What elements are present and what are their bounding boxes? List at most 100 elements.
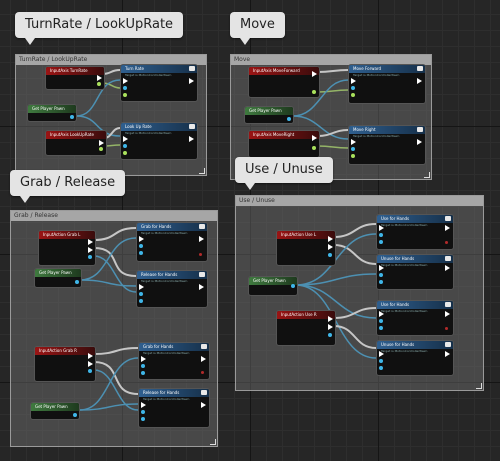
return-pin[interactable]	[201, 371, 204, 374]
target-pin[interactable]	[351, 86, 355, 90]
hand-pin[interactable]	[379, 326, 383, 330]
key-pin[interactable]	[88, 255, 92, 259]
call-node-unuse-for-hands[interactable]: Unuse for Hands Target is MotionControll…	[376, 340, 454, 376]
call-node-unuse-for-hands[interactable]: Unuse for Hands Target is MotionControll…	[376, 254, 454, 290]
get-player-pawn-node[interactable]: Get Player Pawn	[248, 276, 298, 296]
hand-pin[interactable]	[139, 251, 143, 255]
exec-out-pin[interactable]	[189, 78, 194, 84]
exec-in-pin[interactable]	[379, 311, 384, 317]
object-out-pin[interactable]	[291, 284, 295, 288]
comment-bubble-grab[interactable]: Grab / Release	[10, 170, 126, 203]
call-node-turn-rate[interactable]: Turn Rate Target is MotionControllerPawn	[120, 64, 198, 102]
target-pin[interactable]	[379, 273, 383, 277]
call-node-look-up-rate[interactable]: Look Up Rate Target is MotionControllerP…	[120, 122, 198, 160]
exec-in-pin[interactable]	[139, 284, 144, 290]
float-out-pin[interactable]	[99, 147, 103, 151]
exec-out-pin[interactable]	[97, 75, 102, 81]
event-node-moveright[interactable]: InputAxis MoveRight	[248, 130, 320, 158]
event-node-use-left[interactable]: InputAction Use L	[276, 230, 336, 266]
key-pin[interactable]	[328, 333, 332, 337]
exec-out-pin[interactable]	[201, 356, 206, 362]
event-node-turnrate[interactable]: InputAxis TurnRate	[45, 66, 105, 90]
key-pin[interactable]	[88, 369, 92, 373]
event-node-use-right[interactable]: InputAction Use R	[276, 310, 336, 346]
event-node-moveforward[interactable]: InputAxis MoveForward	[248, 66, 320, 98]
call-node-move-right[interactable]: Move Right Target is MotionControllerPaw…	[348, 125, 426, 165]
exec-in-pin[interactable]	[123, 78, 128, 84]
event-node-grab-right[interactable]: InputAction Grab R	[34, 346, 96, 382]
get-player-pawn-node[interactable]: Get Player Pawn	[30, 402, 80, 420]
released-pin[interactable]	[328, 324, 333, 330]
call-node-grab-for-hands[interactable]: Grab for Hands Target is MotionControlle…	[138, 342, 210, 380]
comment-bubble-move[interactable]: Move	[230, 12, 285, 45]
get-player-pawn-node[interactable]: Get Player Pawn	[34, 268, 82, 288]
exec-out-pin[interactable]	[99, 140, 104, 146]
exec-in-pin[interactable]	[351, 139, 356, 145]
get-player-pawn-node[interactable]: Get Player Pawn	[244, 106, 294, 124]
exec-in-pin[interactable]	[141, 402, 146, 408]
return-pin[interactable]	[199, 253, 202, 256]
exec-out-pin[interactable]	[312, 135, 317, 141]
key-pin[interactable]	[328, 253, 332, 257]
call-node-grab-for-hands[interactable]: Grab for Hands Target is MotionControlle…	[136, 222, 208, 262]
exec-in-pin[interactable]	[139, 236, 144, 242]
target-pin[interactable]	[379, 233, 383, 237]
blueprint-graph-canvas[interactable]: TurnRate / LookUpRate Move Grab / Releas…	[0, 0, 500, 461]
exec-out-pin[interactable]	[445, 311, 450, 317]
float-out-pin[interactable]	[97, 82, 101, 86]
exec-in-pin[interactable]	[351, 78, 356, 84]
hand-pin[interactable]	[141, 417, 145, 421]
exec-in-pin[interactable]	[379, 225, 384, 231]
call-node-release-for-hands[interactable]: Release for Hands Target is MotionContro…	[136, 270, 208, 308]
exec-out-pin[interactable]	[199, 236, 204, 242]
call-node-use-for-hands[interactable]: Use for Hands Target is MotionController…	[376, 214, 454, 250]
released-pin[interactable]	[88, 247, 93, 253]
call-node-use-for-hands[interactable]: Use for Hands Target is MotionController…	[376, 300, 454, 336]
comment-bubble-use[interactable]: Use / Unuse	[235, 157, 333, 190]
target-pin[interactable]	[139, 292, 143, 296]
value-pin[interactable]	[123, 151, 127, 155]
float-out-pin[interactable]	[312, 90, 316, 94]
float-out-pin[interactable]	[312, 146, 316, 150]
exec-in-pin[interactable]	[123, 136, 128, 142]
event-node-grab-left[interactable]: InputAction Grab L	[38, 230, 96, 266]
target-pin[interactable]	[141, 410, 145, 414]
hand-pin[interactable]	[141, 371, 145, 375]
exec-out-pin[interactable]	[445, 225, 450, 231]
exec-in-pin[interactable]	[379, 265, 384, 271]
released-pin[interactable]	[328, 244, 333, 250]
exec-out-pin[interactable]	[417, 78, 422, 84]
resize-handle[interactable]	[476, 383, 482, 389]
object-out-pin[interactable]	[287, 117, 291, 121]
value-pin[interactable]	[351, 154, 355, 158]
return-pin[interactable]	[445, 327, 448, 330]
released-pin[interactable]	[88, 361, 93, 367]
object-out-pin[interactable]	[70, 115, 74, 119]
exec-out-pin[interactable]	[417, 139, 422, 145]
target-pin[interactable]	[141, 364, 145, 368]
hand-pin[interactable]	[379, 240, 383, 244]
resize-handle[interactable]	[424, 172, 430, 178]
hand-pin[interactable]	[139, 299, 143, 303]
exec-out-pin[interactable]	[201, 402, 206, 408]
pressed-pin[interactable]	[328, 236, 333, 242]
get-player-pawn-node[interactable]: Get Player Pawn	[27, 104, 77, 122]
pressed-pin[interactable]	[88, 239, 93, 245]
hand-pin[interactable]	[379, 366, 383, 370]
resize-handle[interactable]	[210, 439, 216, 445]
exec-out-pin[interactable]	[445, 265, 450, 271]
target-pin[interactable]	[379, 359, 383, 363]
object-out-pin[interactable]	[75, 280, 79, 284]
target-pin[interactable]	[123, 86, 127, 90]
exec-out-pin[interactable]	[312, 71, 317, 77]
exec-out-pin[interactable]	[445, 351, 450, 357]
target-pin[interactable]	[351, 147, 355, 151]
value-pin[interactable]	[351, 93, 355, 97]
call-node-release-for-hands[interactable]: Release for Hands Target is MotionContro…	[138, 388, 210, 428]
value-pin[interactable]	[123, 93, 127, 97]
exec-out-pin[interactable]	[199, 284, 204, 290]
pressed-pin[interactable]	[328, 316, 333, 322]
comment-bubble-turnrate[interactable]: TurnRate / LookUpRate	[15, 12, 184, 45]
resize-handle[interactable]	[199, 168, 205, 174]
hand-pin[interactable]	[379, 280, 383, 284]
